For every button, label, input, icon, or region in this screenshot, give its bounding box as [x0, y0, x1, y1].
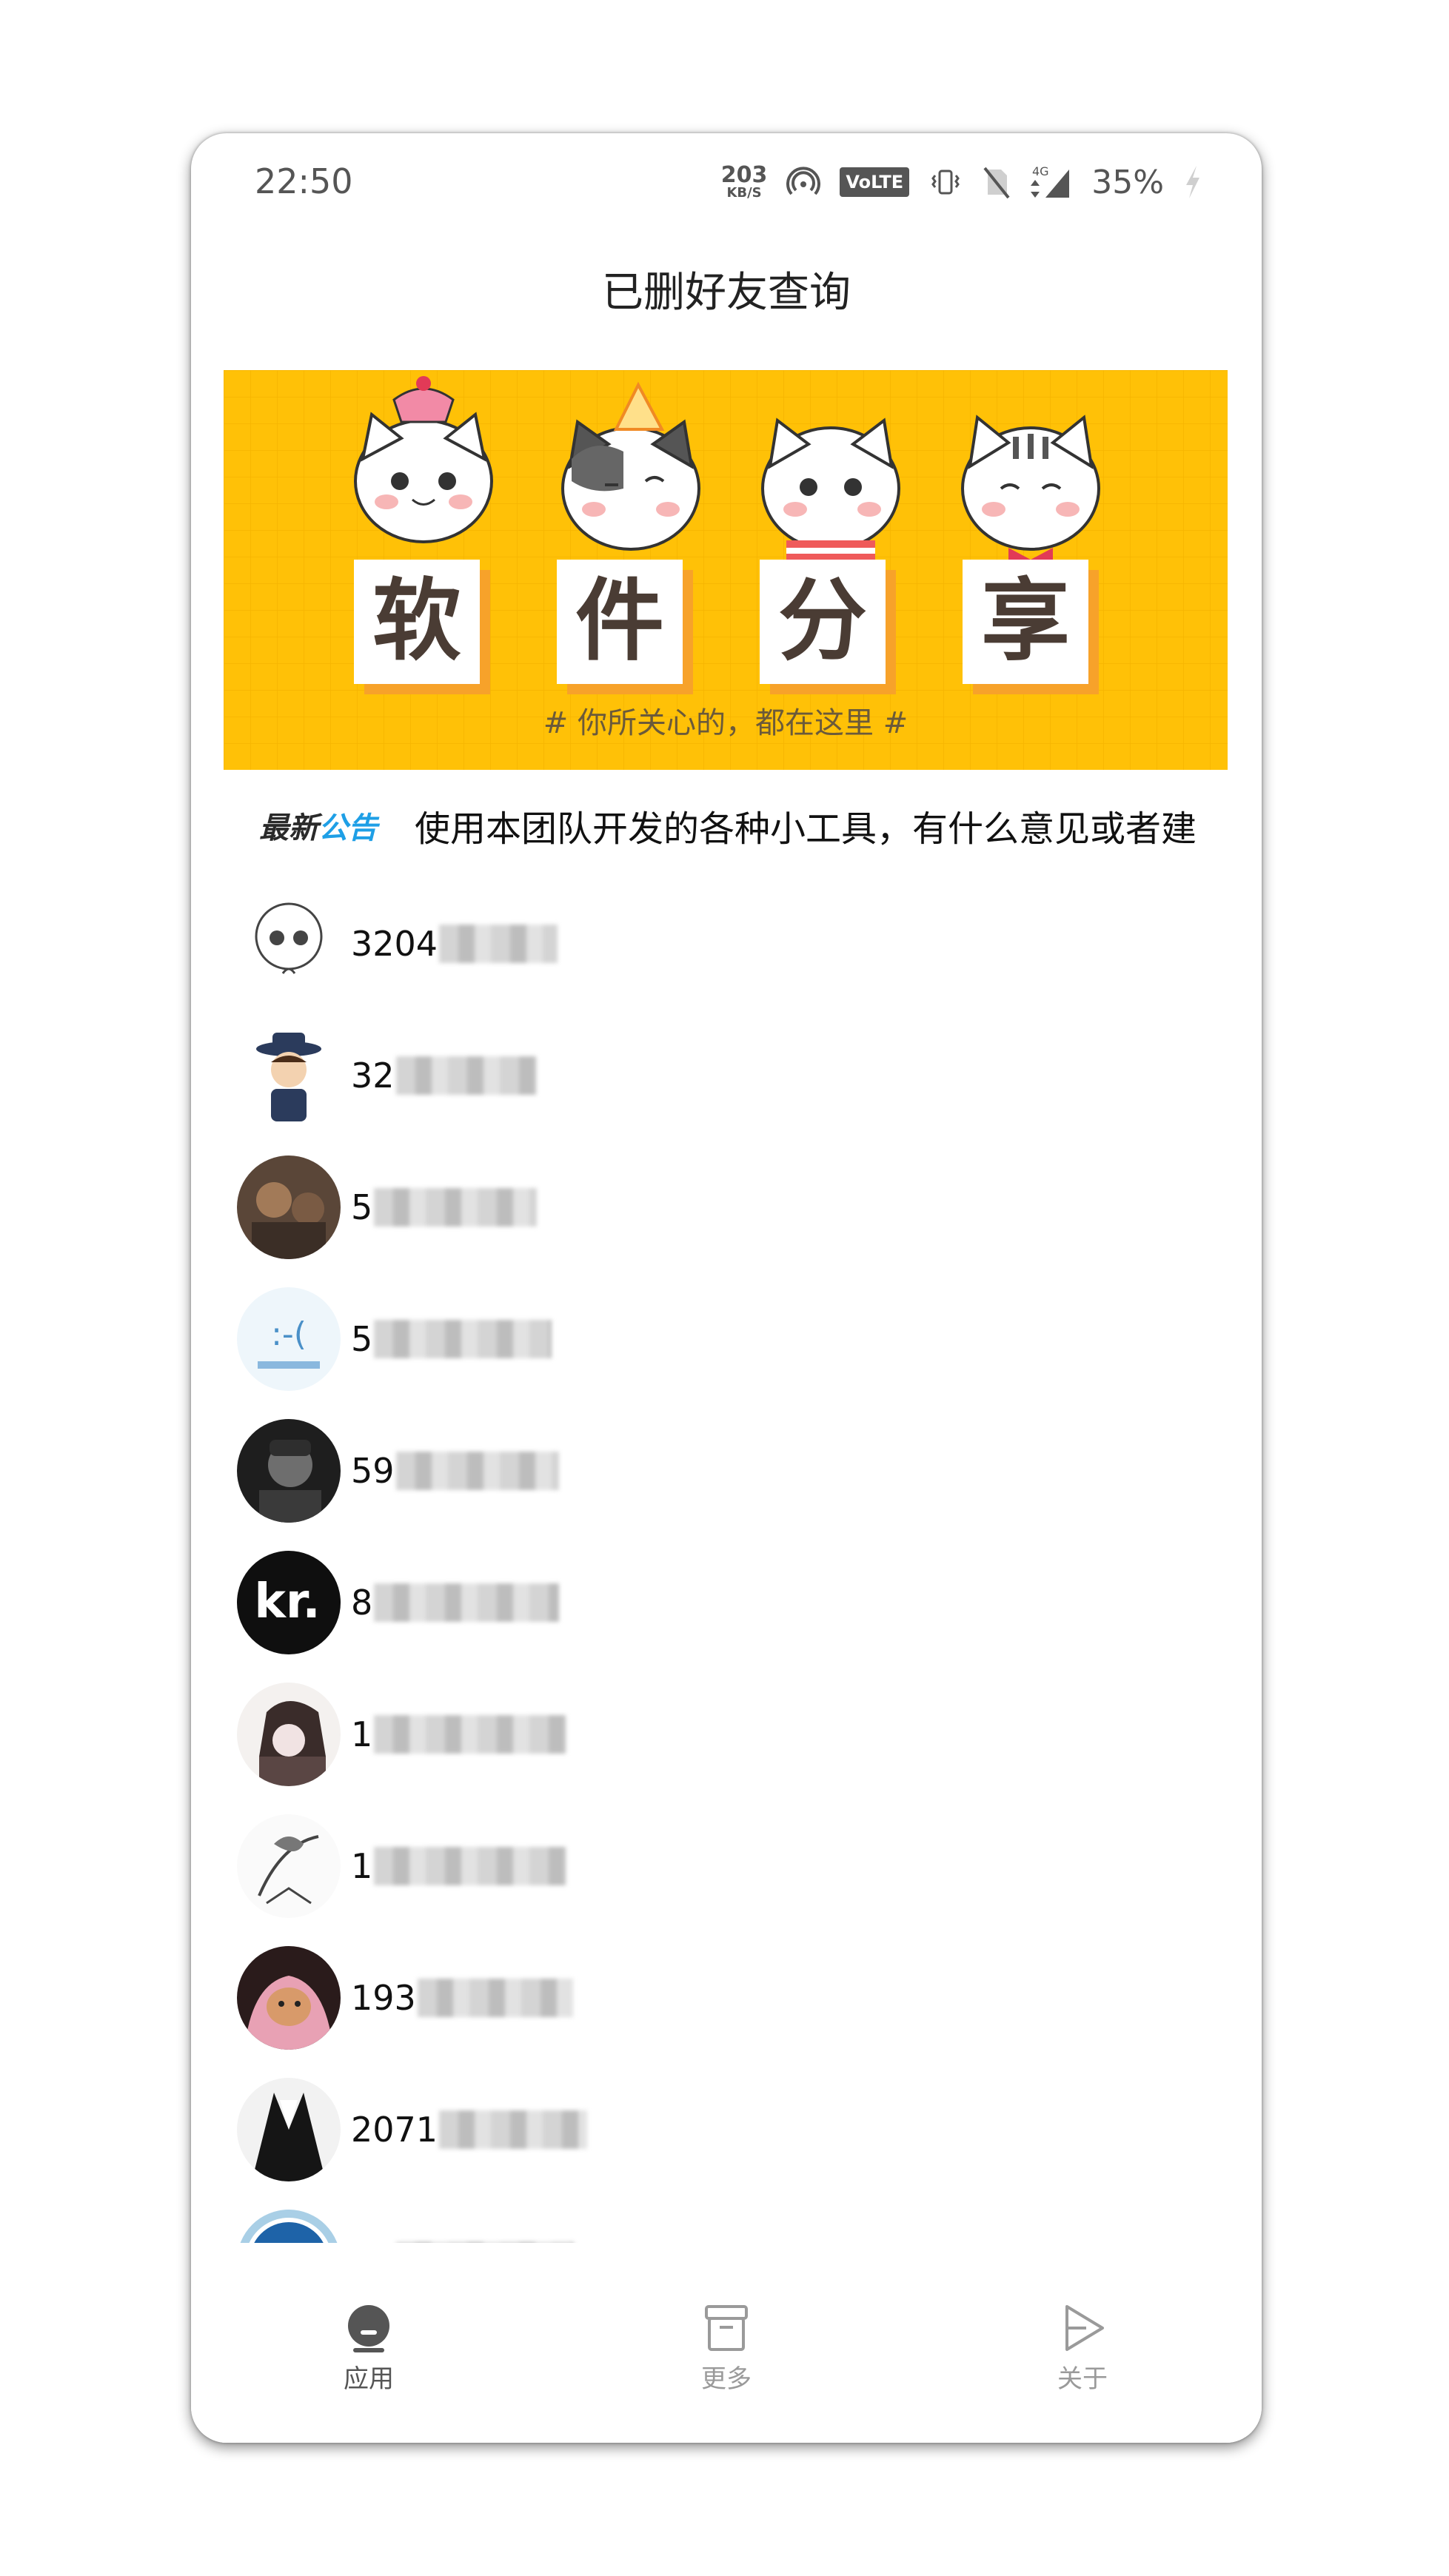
friend-account: 8 — [351, 1583, 373, 1623]
network-speed: 203 KB/S — [721, 164, 768, 200]
friend-account: 3204 — [351, 924, 438, 964]
list-item[interactable]: 1 — [237, 1811, 1199, 1922]
play-icon — [1065, 2305, 1104, 2351]
apps-icon — [348, 2305, 389, 2352]
banner-char-1: 软 — [372, 570, 461, 673]
redacted-text — [417, 1979, 573, 2017]
friend-account: 5 — [351, 1319, 373, 1359]
hotspot-icon — [786, 167, 821, 195]
redacted-text — [395, 1056, 537, 1095]
nav-tab-apps-label: 应用 — [344, 2364, 394, 2394]
list-item[interactable]: 59 — [237, 1415, 1199, 1526]
list-item[interactable]: kr. 8 — [237, 1547, 1199, 1658]
no-sim-icon — [983, 167, 1010, 199]
avatar — [237, 1024, 341, 1127]
avatar — [237, 892, 341, 996]
banner-graphic: 软 件 分 享 # 你所关心的，都在这里 # — [224, 370, 1228, 770]
banner-tagline: # 你所关心的，都在这里 # — [543, 706, 908, 740]
network-type-label: 4G — [1032, 164, 1049, 178]
share-banner[interactable]: 软 件 分 享 # 你所关心的，都在这里 # — [224, 370, 1228, 770]
friend-account: 2071 — [351, 2110, 438, 2150]
network-speed-value: 203 — [720, 162, 768, 188]
avatar: :-( — [237, 1287, 341, 1391]
avatar — [237, 2210, 341, 2243]
bottom-navigation: 应用 更多 关于 — [191, 2280, 1262, 2443]
announcement-bar[interactable]: 最新公告 使用本团队开发的各种小工具，有什么意见或者建 — [224, 785, 1228, 866]
redacted-text — [374, 1320, 552, 1358]
status-icons: 203 KB/S VoLTE 4G 35% — [721, 158, 1202, 206]
friend-account: 1 — [351, 1714, 373, 1754]
redacted-text — [439, 2110, 588, 2149]
announcement-badge-part2: 公告 — [318, 811, 378, 845]
avatar — [237, 1683, 341, 1786]
avatar — [237, 2078, 341, 2181]
redacted-text — [374, 1715, 567, 1754]
list-item[interactable]: 1 — [237, 1679, 1199, 1790]
avatar — [237, 1419, 341, 1523]
volte-badge: VoLTE — [840, 167, 910, 197]
redacted-text — [395, 1452, 559, 1490]
banner-char-4: 享 — [981, 570, 1070, 673]
avatar: kr. — [237, 1551, 341, 1654]
redacted-text — [395, 2242, 574, 2243]
list-item[interactable]: 32 — [237, 1020, 1199, 1131]
box-icon — [705, 2305, 748, 2351]
friend-account: 32 — [351, 1056, 395, 1096]
announcement-text: 使用本团队开发的各种小工具，有什么意见或者建 — [415, 808, 1197, 850]
page-title: 已删好友查询 — [602, 269, 851, 317]
nav-tab-more-label: 更多 — [701, 2364, 752, 2394]
list-item[interactable]: 2071 — [237, 2074, 1199, 2185]
announcement-badge: 最新公告 — [259, 804, 415, 847]
banner-char-2: 件 — [575, 570, 664, 673]
banner-char-3: 分 — [778, 570, 867, 673]
list-item[interactable]: 3204 — [237, 888, 1199, 999]
deleted-friends-list[interactable]: 3204 32 5 :-( 5 59 kr. 8 1 1 193 2071 — [191, 888, 1262, 2243]
signal-4g-icon: 4G — [1031, 164, 1070, 198]
battery-percent: 35% — [1091, 163, 1164, 201]
status-time: 22:50 — [255, 161, 353, 201]
vibrate-icon — [931, 170, 960, 195]
list-item[interactable]: 193 — [237, 1942, 1199, 2053]
svg-text::-(: :-( — [271, 1315, 307, 1353]
svg-text:kr.: kr. — [254, 1574, 320, 1629]
redacted-text — [374, 1847, 567, 1885]
friend-account: 193 — [351, 1978, 416, 2018]
avatar — [237, 1155, 341, 1259]
network-speed-unit: KB/S — [726, 185, 762, 201]
redacted-text — [374, 1583, 560, 1622]
list-item[interactable]: 27 — [237, 2206, 1199, 2243]
phone-screen: 22:50 203 KB/S VoLTE 4G 35% 已删好友查询 软 件 分… — [191, 133, 1262, 2443]
redacted-text — [439, 925, 558, 963]
announcement-badge-part1: 最新 — [259, 811, 318, 845]
nav-tab-apps[interactable]: 应用 — [295, 2302, 443, 2395]
nav-tab-about[interactable]: 关于 — [1008, 2302, 1157, 2395]
status-bar: 22:50 203 KB/S VoLTE 4G 35% — [191, 133, 1262, 229]
list-item[interactable]: :-( 5 — [237, 1284, 1199, 1395]
nav-tab-about-label: 关于 — [1057, 2364, 1108, 2394]
nav-tab-more[interactable]: 更多 — [652, 2302, 800, 2395]
friend-account: 59 — [351, 1451, 395, 1491]
redacted-text — [374, 1188, 538, 1227]
friend-account: 27 — [351, 2241, 395, 2243]
avatar — [237, 1946, 341, 2050]
list-item[interactable]: 5 — [237, 1152, 1199, 1263]
friend-account: 5 — [351, 1187, 373, 1227]
charging-icon — [1186, 166, 1199, 198]
avatar — [237, 1814, 341, 1918]
friend-account: 1 — [351, 1846, 373, 1886]
